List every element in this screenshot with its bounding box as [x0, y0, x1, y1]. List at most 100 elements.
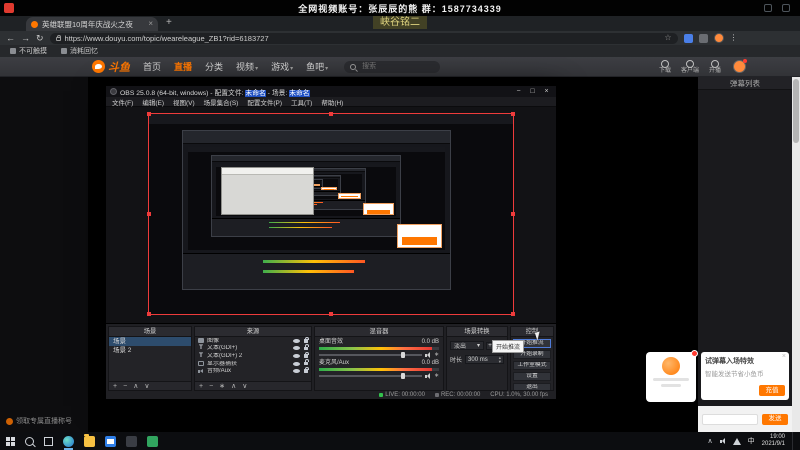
- action-download[interactable]: 下载: [659, 59, 671, 74]
- tray-expand-icon[interactable]: ∧: [708, 438, 713, 445]
- menu-view[interactable]: 视图(V): [173, 97, 195, 107]
- recharge-button[interactable]: 充值: [759, 385, 785, 396]
- player-promo-card[interactable]: [646, 350, 698, 402]
- lock-icon[interactable]: [304, 344, 309, 351]
- source-item[interactable]: 文本(GDI+) 2: [195, 352, 311, 360]
- spin-down-icon[interactable]: ▾: [499, 359, 501, 364]
- properties-gear-icon[interactable]: ∗: [219, 383, 225, 390]
- minimize-icon[interactable]: −: [513, 88, 524, 95]
- obs-preview[interactable]: [106, 107, 556, 323]
- spin-arrows[interactable]: ▴ ▾: [499, 356, 501, 363]
- channel-gear-icon[interactable]: ∗: [434, 373, 439, 379]
- remove-icon[interactable]: −: [209, 383, 213, 390]
- exit-button[interactable]: 退出: [513, 383, 551, 390]
- language-indicator[interactable]: 中: [748, 438, 755, 445]
- taskbar-clock[interactable]: 19:00 2021/9/1: [762, 434, 785, 448]
- nav-categories[interactable]: 分类: [205, 60, 223, 73]
- close-icon[interactable]: ×: [782, 353, 786, 360]
- nav-home[interactable]: 首页: [143, 60, 161, 73]
- nav-yuba[interactable]: 鱼吧: [306, 60, 328, 73]
- duration-spinbox[interactable]: 300 ms ▴ ▾: [465, 355, 504, 364]
- extensions-icon[interactable]: [698, 33, 708, 43]
- reload-icon[interactable]: ↻: [36, 33, 44, 43]
- browser-profile-avatar[interactable]: [713, 33, 724, 43]
- remove-icon[interactable]: −: [123, 383, 127, 390]
- selection-handle[interactable]: [147, 112, 151, 116]
- add-icon[interactable]: +: [199, 383, 203, 390]
- source-item[interactable]: 文本(GDI+): [195, 344, 311, 353]
- url-field[interactable]: ☆: [49, 32, 678, 44]
- display-capture-selection[interactable]: [147, 112, 515, 316]
- selection-handle[interactable]: [147, 212, 151, 216]
- menu-edit[interactable]: 编辑(E): [142, 97, 164, 107]
- scrollbar-thumb[interactable]: [793, 79, 799, 143]
- stream-video-area[interactable]: OBS 25.0.8 (64-bit, windows) - 配置文件: 未命名…: [88, 77, 698, 432]
- speaker-icon[interactable]: [424, 373, 431, 379]
- transition-select[interactable]: 淡出 ▾: [450, 341, 484, 350]
- move-up-icon[interactable]: ∧: [133, 383, 138, 390]
- start-button[interactable]: [6, 436, 15, 446]
- visibility-eye-icon[interactable]: [293, 338, 300, 343]
- taskbar-search-icon[interactable]: [25, 436, 34, 446]
- store-app-icon[interactable]: [105, 435, 116, 447]
- studio-mode-button[interactable]: 工作室模式: [513, 361, 551, 370]
- bookmark-item[interactable]: 消耗回忆: [61, 46, 98, 56]
- tab-close-icon[interactable]: ×: [148, 20, 153, 28]
- action-broadcast[interactable]: 开播: [709, 59, 721, 74]
- chat-app-icon[interactable]: [147, 435, 158, 447]
- menu-scene-collection[interactable]: 场景集合(S): [204, 97, 239, 107]
- close-icon[interactable]: ×: [541, 88, 552, 95]
- selection-handle[interactable]: [329, 312, 333, 316]
- selection-handle[interactable]: [329, 112, 333, 116]
- menu-help[interactable]: 帮助(H): [321, 97, 343, 107]
- selection-handle[interactable]: [511, 112, 515, 116]
- action-client[interactable]: 客户端: [681, 59, 699, 74]
- move-up-icon[interactable]: ∧: [231, 383, 236, 390]
- notification-center-button[interactable]: [792, 432, 797, 450]
- chat-input[interactable]: [702, 413, 758, 425]
- bookmark-item[interactable]: 不可触摸: [10, 46, 47, 56]
- chat-messages[interactable]: × 试弹幕入场特效 智能发送节省小鱼币 充值: [698, 90, 792, 406]
- move-down-icon[interactable]: ∨: [144, 383, 149, 390]
- volume-slider[interactable]: [319, 373, 422, 379]
- send-button[interactable]: 发送: [762, 413, 788, 425]
- slider-knob[interactable]: [401, 373, 406, 379]
- url-input[interactable]: [64, 33, 661, 43]
- lock-icon[interactable]: [304, 337, 309, 343]
- nav-video[interactable]: 视频: [236, 60, 258, 73]
- forward-icon[interactable]: →: [21, 33, 30, 43]
- source-item[interactable]: 显示器捕获: [195, 359, 311, 368]
- favorite-star-icon[interactable]: ☆: [664, 34, 671, 42]
- search-input[interactable]: [360, 62, 435, 71]
- visibility-eye-icon[interactable]: [293, 369, 300, 374]
- user-avatar[interactable]: [733, 59, 747, 73]
- nav-games[interactable]: 游戏: [271, 60, 293, 73]
- nav-live[interactable]: 直播: [174, 60, 192, 73]
- douyu-logo[interactable]: 斗鱼: [92, 59, 130, 75]
- menu-profile[interactable]: 配置文件(P): [247, 97, 282, 107]
- source-item[interactable]: 图像: [195, 337, 311, 345]
- back-icon[interactable]: ←: [6, 33, 15, 43]
- lock-icon[interactable]: [304, 352, 309, 358]
- maximize-icon[interactable]: □: [527, 88, 538, 95]
- network-icon[interactable]: [732, 437, 741, 445]
- new-tab-button[interactable]: +: [166, 18, 172, 28]
- obs-titlebar[interactable]: OBS 25.0.8 (64-bit, windows) - 配置文件: 未命名…: [106, 86, 556, 97]
- lock-icon[interactable]: [304, 367, 309, 373]
- volume-slider[interactable]: [319, 352, 422, 358]
- volume-icon[interactable]: [719, 438, 726, 444]
- edge-app-icon[interactable]: [63, 435, 74, 450]
- collections-icon[interactable]: [683, 33, 693, 43]
- move-down-icon[interactable]: ∨: [242, 383, 247, 390]
- explorer-app-icon[interactable]: [84, 433, 95, 447]
- site-search[interactable]: [344, 60, 441, 73]
- settings-button[interactable]: 设置: [513, 372, 551, 381]
- add-icon[interactable]: +: [113, 383, 117, 390]
- selection-handle[interactable]: [511, 312, 515, 316]
- browser-menu-icon[interactable]: ⋮: [730, 34, 738, 42]
- lock-icon[interactable]: [304, 359, 309, 366]
- visibility-eye-icon[interactable]: [293, 346, 300, 351]
- media-app-icon[interactable]: [126, 435, 137, 447]
- menu-file[interactable]: 文件(F): [112, 97, 133, 107]
- menu-tools[interactable]: 工具(T): [291, 97, 312, 107]
